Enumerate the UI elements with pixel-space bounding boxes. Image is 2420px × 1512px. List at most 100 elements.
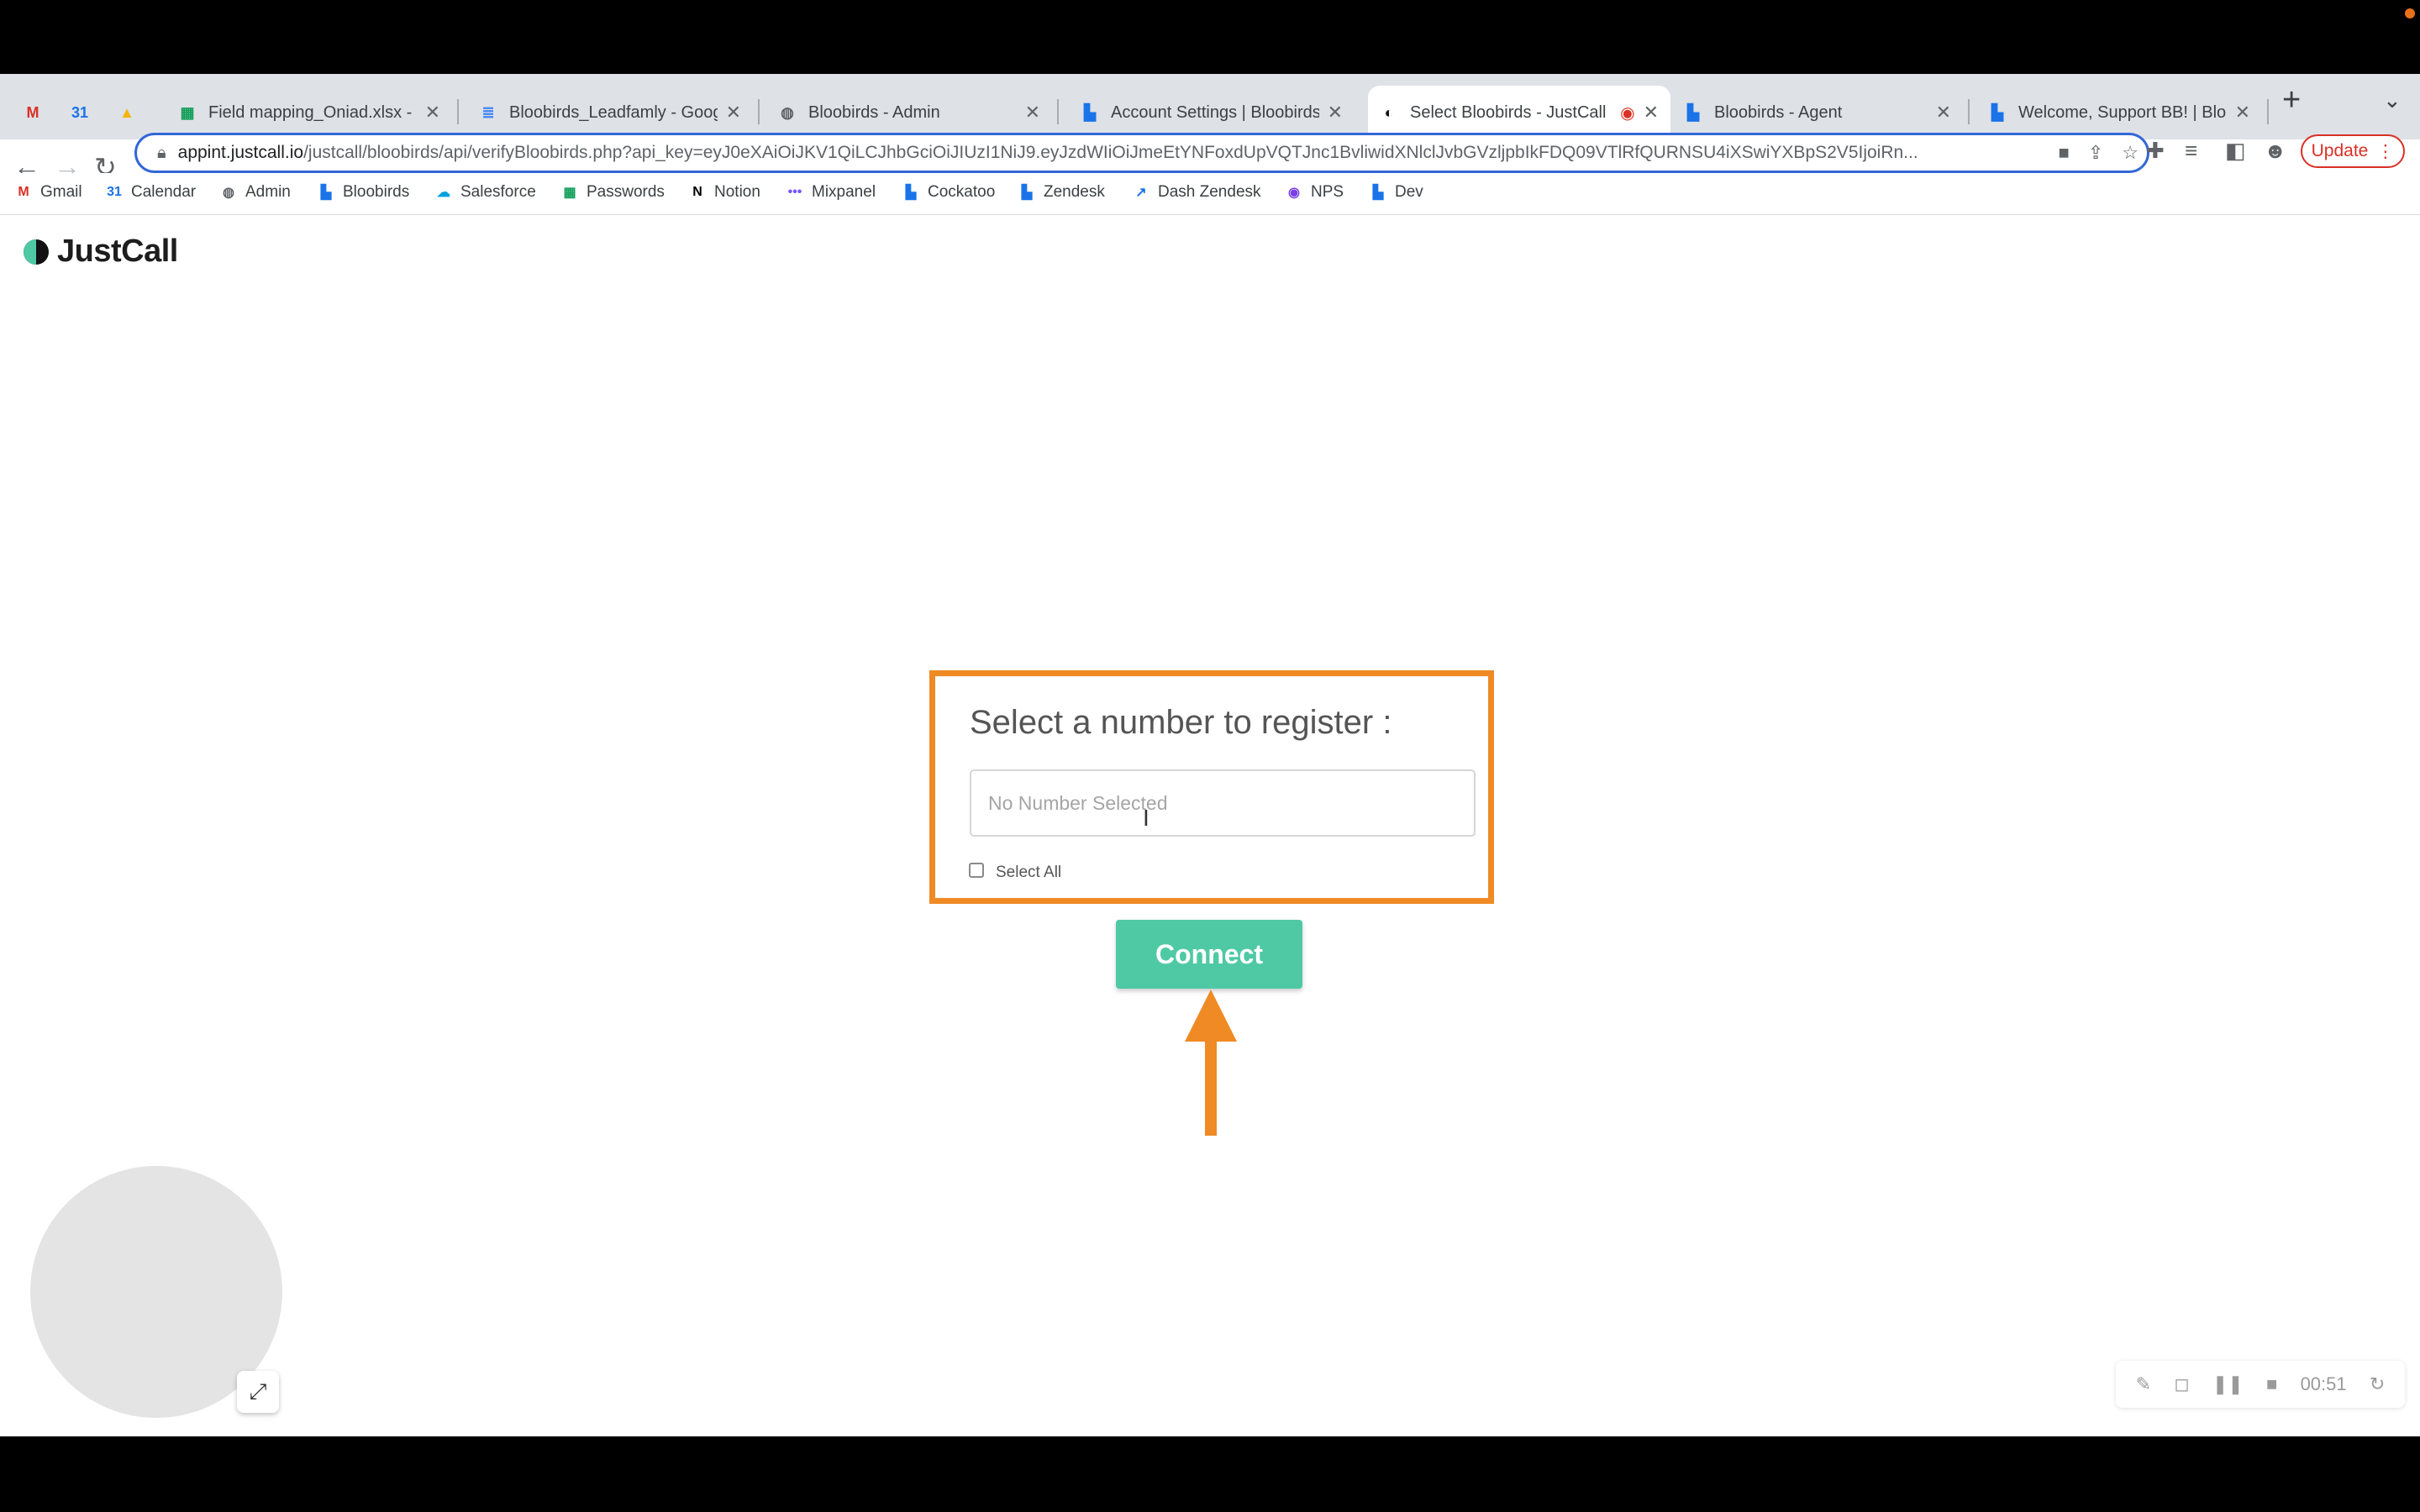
pause-icon[interactable]: ❚❚	[2212, 1373, 2244, 1395]
bookmark-item[interactable]: ▙ Bloobirds	[318, 183, 409, 202]
bookmark-item[interactable]: ☁ Salesforce	[435, 183, 536, 202]
tab-close-icon[interactable]: ✕	[2235, 102, 2250, 123]
restart-icon[interactable]: ↻	[2370, 1373, 2385, 1395]
tab-close-icon[interactable]: ✕	[1025, 102, 1040, 123]
tab[interactable]: ▙ Bloobirds - Agent ✕	[1672, 86, 1963, 139]
gmail-icon: M	[18, 185, 29, 199]
new-tab-button[interactable]: +	[2282, 82, 2301, 118]
bloobirds-icon: ▙	[1991, 103, 2003, 121]
annotation-arrow-stem	[1205, 1033, 1217, 1136]
profile-avatar-icon[interactable]: ☻	[2264, 138, 2286, 164]
docs-icon: ≣	[481, 103, 495, 121]
sheets-icon: ▦	[180, 103, 195, 121]
expand-icon[interactable]: ⤢	[237, 1371, 279, 1413]
globe-icon: ◍	[781, 103, 794, 121]
select-all-label: Select All	[996, 864, 1062, 881]
bookmark-item[interactable]: ↗ Dash Zendesk	[1133, 183, 1261, 202]
tab-separator	[1057, 99, 1059, 124]
salesforce-icon: ☁	[437, 186, 450, 200]
select-all-checkbox[interactable]	[969, 863, 984, 878]
tab-title: Select Bloobirds - JustCall	[1410, 102, 1607, 122]
bookmark-item[interactable]: ◍ Admin	[220, 183, 291, 202]
screen-top-bar	[0, 0, 2420, 74]
address-bar[interactable]: 🔒︎ appint.justcall.io/justcall/bloobirds…	[134, 133, 2149, 173]
bookmark-label: Passwords	[587, 183, 665, 201]
bookmark-item[interactable]: ▙ Dev	[1370, 183, 1423, 202]
tab-separator	[2267, 99, 2269, 124]
calendar-icon: 31	[71, 103, 89, 121]
tab[interactable]: ▦ Field mapping_Oniad.xlsx - Go ✕	[166, 86, 452, 139]
bookmark-label: Zendesk	[1044, 183, 1105, 201]
tab-separator	[1968, 99, 1970, 124]
tab-search-chevron-icon[interactable]: ⌄	[2383, 87, 2402, 113]
tab[interactable]: 31	[59, 86, 103, 139]
register-prompt: Select a number to register :	[970, 704, 1392, 741]
stop-icon[interactable]: ■	[2266, 1373, 2277, 1395]
justcall-logo-icon	[24, 239, 49, 265]
bookmark-item[interactable]: ▙ Cockatoo	[902, 183, 995, 202]
nps-icon: ◉	[1288, 186, 1300, 200]
tab[interactable]: ▲	[106, 86, 165, 139]
notion-icon: N	[692, 185, 702, 199]
bloobirds-icon: ▙	[1084, 103, 1096, 121]
tab-close-icon[interactable]: ✕	[1936, 102, 1951, 123]
tab-close-icon[interactable]: ✕	[1644, 102, 1659, 123]
bookmark-item[interactable]: ◉ NPS	[1286, 183, 1344, 202]
bookmark-item[interactable]: N Notion	[689, 183, 760, 202]
tab-title: Bloobirds - Agent	[1714, 102, 1843, 122]
sheets-icon: ▦	[563, 186, 576, 200]
tab-separator	[457, 99, 459, 124]
draw-pen-icon[interactable]: ✎	[2136, 1373, 2151, 1395]
extensions-puzzle-icon[interactable]: ✚	[2146, 138, 2165, 164]
bookmark-item[interactable]: ••• Mixpanel	[786, 183, 876, 202]
bookmark-item[interactable]: ▦ Passwords	[561, 183, 665, 202]
connect-button[interactable]: Connect	[1116, 920, 1302, 989]
recording-controls: ✎ ◻ ❚❚ ■ 00:51 ↻	[2116, 1361, 2405, 1408]
lock-icon: 🔒︎	[157, 143, 166, 162]
tab-title: Welcome, Support BB! | Bloob	[2018, 102, 2227, 122]
bookmark-label: Admin	[245, 183, 291, 201]
share-icon[interactable]: ⇪	[2088, 142, 2103, 164]
tab[interactable]: ▙ Welcome, Support BB! | Bloob ✕	[1976, 86, 2262, 139]
bloobirds-icon: ▙	[320, 186, 332, 200]
tab-title: Bloobirds_Leadfamly - Google	[509, 102, 718, 122]
reading-list-icon[interactable]: ≡	[2185, 138, 2197, 164]
justcall-logo: JustCall	[24, 234, 178, 270]
bookmark-label: Salesforce	[460, 183, 536, 201]
tab[interactable]: ◐ Select Bloobirds - JustCall ◉ ✕	[1368, 86, 1670, 139]
tab[interactable]: M	[12, 86, 55, 139]
bookmark-item[interactable]: ▙ Zendesk	[1018, 183, 1105, 202]
bookmark-label: Dash Zendesk	[1158, 183, 1261, 201]
bookmark-item[interactable]: 31 Calendar	[106, 183, 196, 202]
tab-close-icon[interactable]: ✕	[1328, 102, 1343, 123]
logo-text: JustCall	[57, 234, 178, 269]
text-cursor-icon: I	[1143, 805, 1150, 831]
tab[interactable]: ≣ Bloobirds_Leadfamly - Google ✕	[467, 86, 753, 139]
justcall-icon: ◐	[1384, 103, 1394, 121]
camera-icon[interactable]: ■	[2059, 142, 2070, 164]
update-button[interactable]: Update ⋮	[2301, 134, 2405, 168]
chart-icon: ↗	[1135, 186, 1147, 200]
tab-close-icon[interactable]: ✕	[726, 102, 741, 123]
screen-bottom-bar	[0, 1436, 2420, 1512]
bookmark-label: NPS	[1311, 183, 1344, 201]
bookmark-label: Mixpanel	[812, 183, 876, 201]
recording-timer: 00:51	[2300, 1373, 2347, 1394]
bookmark-item[interactable]: M Gmail	[15, 183, 82, 202]
more-menu-icon[interactable]: ⋮	[2376, 141, 2394, 162]
tab-close-icon[interactable]: ✕	[425, 102, 440, 123]
bookmark-star-icon[interactable]: ☆	[2122, 142, 2139, 164]
recording-indicator	[2405, 8, 2415, 18]
tab[interactable]: ◍ Bloobirds - Admin ✕	[766, 86, 1052, 139]
eraser-icon[interactable]: ◻	[2174, 1373, 2189, 1395]
number-select-field[interactable]: No Number Selected	[970, 769, 1476, 837]
drive-icon: ▲	[119, 103, 134, 121]
bookmark-label: Cockatoo	[928, 183, 996, 201]
mixpanel-icon: •••	[787, 185, 802, 199]
calendar-icon: 31	[107, 185, 122, 199]
side-panel-icon[interactable]: ◧	[2225, 138, 2246, 164]
update-button-label: Update	[2311, 141, 2369, 160]
tab-recording-icon: ◉	[1620, 103, 1635, 123]
gmail-icon: M	[26, 103, 39, 121]
tab[interactable]: ▙ Account Settings | Bloobirds ✕	[1069, 86, 1355, 139]
